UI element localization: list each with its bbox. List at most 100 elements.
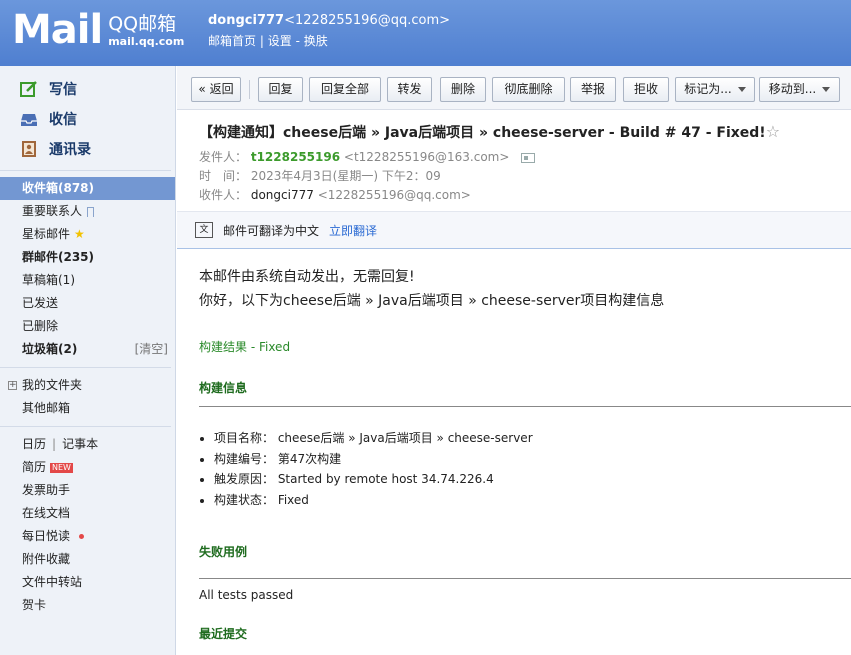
- time-row: 时 间： 2023年4月3日(星期一) 下午2：09: [199, 167, 441, 184]
- folder-label: 我的文件夹: [22, 378, 83, 392]
- tool-attachments[interactable]: 附件收藏: [0, 548, 175, 571]
- mark-as-dropdown[interactable]: 标记为...: [675, 77, 755, 102]
- compose-button[interactable]: 写信: [0, 74, 175, 104]
- header-links: 邮箱首页 | 设置 - 换肤: [208, 32, 450, 49]
- translate-icon: 文: [195, 222, 213, 238]
- sender-name[interactable]: t1228255196: [251, 150, 340, 164]
- list-item: 项目名称： cheese后端 » Java后端项目 » cheese-serve…: [199, 428, 851, 449]
- folder-spam[interactable]: 垃圾箱(2) [清空]: [0, 338, 175, 361]
- compose-label: 写信: [49, 82, 77, 98]
- back-button[interactable]: « 返回: [191, 77, 241, 102]
- bookmark-icon: [87, 206, 95, 217]
- translate-now-link[interactable]: 立即翻译: [329, 222, 377, 239]
- notes-link[interactable]: 记事本: [62, 437, 98, 451]
- folder-drafts[interactable]: 草稿箱(1): [0, 269, 175, 292]
- mail-body: 本邮件由系统自动发出，无需回复! 你好，以下为cheese后端 » Java后端…: [199, 265, 851, 642]
- folder-inbox[interactable]: 收件箱(878): [0, 177, 175, 200]
- tool-file-transfer[interactable]: 文件中转站: [0, 571, 175, 594]
- user-line: dongci777<1228255196@qq.com>: [208, 13, 450, 28]
- list-item: 构建状态： Fixed: [199, 490, 851, 511]
- tool-daily-read[interactable]: 每日悦读: [0, 525, 175, 548]
- notification-dot: [79, 534, 85, 539]
- delete-permanently-button[interactable]: 彻底删除: [492, 77, 565, 102]
- report-button[interactable]: 举报: [570, 77, 616, 102]
- recipient-name[interactable]: dongci777: [251, 188, 314, 202]
- chevron-down-icon: [822, 87, 831, 92]
- list-item: 构建编号： 第47次构建: [199, 449, 851, 470]
- intro-line: 本邮件由系统自动发出，无需回复!: [199, 269, 415, 285]
- tool-cards[interactable]: 贺卡: [0, 594, 175, 617]
- folder-label: 星标邮件: [22, 227, 71, 241]
- list-item: 触发原因： Started by remote host 34.74.226.4: [199, 469, 851, 490]
- to-label: 收件人：: [199, 188, 248, 202]
- contacts-label: 通讯录: [49, 142, 91, 158]
- folder-group-mail[interactable]: 群邮件(235): [0, 246, 175, 269]
- forward-button[interactable]: 转发: [387, 77, 432, 102]
- sidebar: 写信 收信 通讯录 收件箱(878) 重要联系人 星标邮件 ★ 群邮件(235) …: [0, 66, 176, 655]
- tool-online-docs[interactable]: 在线文档: [0, 502, 175, 525]
- divider: [199, 406, 851, 407]
- inbox-icon: [21, 114, 37, 126]
- calendar-link[interactable]: 日历: [22, 437, 46, 451]
- build-result: 构建结果 - Fixed: [199, 340, 291, 354]
- section-title-failed-tests: 失败用例: [199, 545, 248, 559]
- settings-link[interactable]: 设置: [268, 34, 292, 48]
- move-to-dropdown[interactable]: 移动到...: [759, 77, 840, 102]
- sidebar-actions: 写信 收信 通讯录: [0, 66, 175, 164]
- translate-bar: 文 邮件可翻译为中文 立即翻译: [177, 211, 851, 249]
- tool-resume[interactable]: 简历 NEW: [0, 456, 175, 479]
- logo-url: mail.qq.com: [108, 34, 185, 48]
- logo-side: QQ邮箱 mail.qq.com: [108, 13, 184, 48]
- tools-calendar-row: 日历 | 记事本: [0, 433, 175, 456]
- tool-label: 简历: [22, 460, 47, 474]
- user-name: dongci777: [208, 13, 285, 28]
- link-separator: -: [295, 34, 300, 48]
- mail-toolbar: « 返回 回复 回复全部 转发 删除 彻底删除 举报 拒收 标记为... 移动到…: [177, 66, 851, 110]
- folder-label: 重要联系人: [22, 204, 83, 218]
- change-skin-link[interactable]: 换肤: [304, 34, 328, 48]
- tool-invoice[interactable]: 发票助手: [0, 479, 175, 502]
- intro-line: 你好，以下为cheese后端 » Java后端项目 » cheese-serve…: [199, 293, 665, 309]
- link-separator: |: [259, 34, 264, 48]
- user-email: <1228255196@qq.com>: [284, 13, 451, 28]
- folder-important-contacts[interactable]: 重要联系人: [0, 200, 175, 223]
- folder-label: 垃圾箱(2): [22, 342, 78, 356]
- tool-label: 每日悦读: [22, 529, 71, 543]
- folder-deleted[interactable]: 已删除: [0, 315, 175, 338]
- folder-my-folders[interactable]: + 我的文件夹: [0, 374, 175, 397]
- section-title-build-info: 构建信息: [199, 381, 248, 395]
- folder-other-mailbox[interactable]: 其他邮箱: [0, 397, 175, 420]
- divider: [199, 578, 851, 579]
- receive-label: 收信: [49, 112, 77, 128]
- folder-starred[interactable]: 星标邮件 ★: [0, 223, 175, 246]
- spam-clear-link[interactable]: [清空]: [135, 338, 168, 361]
- contact-card-icon[interactable]: [521, 152, 536, 163]
- top-header: Mail QQ邮箱 mail.qq.com dongci777<12282551…: [0, 0, 851, 66]
- build-info-list: 项目名称： cheese后端 » Java后端项目 » cheese-serve…: [199, 428, 851, 510]
- move-to-label: 移动到...: [768, 82, 817, 96]
- from-label: 发件人：: [199, 150, 248, 164]
- divider: [0, 170, 171, 171]
- expand-icon[interactable]: +: [8, 381, 17, 390]
- contacts-button[interactable]: 通讯录: [0, 134, 175, 164]
- subject-text: 【构建通知】cheese后端 » Java后端项目 » cheese-serve…: [199, 125, 766, 141]
- reply-all-button[interactable]: 回复全部: [309, 77, 381, 102]
- divider: [0, 426, 171, 427]
- star-outline-icon[interactable]: ☆: [766, 122, 780, 141]
- pipe-separator: |: [52, 437, 57, 451]
- reply-button[interactable]: 回复: [258, 77, 303, 102]
- logo-cn: QQ邮箱: [108, 12, 177, 35]
- mark-as-label: 标记为...: [684, 82, 732, 96]
- mailbox-home-link[interactable]: 邮箱首页: [208, 34, 256, 48]
- translate-text: 邮件可翻译为中文: [223, 223, 320, 238]
- receive-button[interactable]: 收信: [0, 104, 175, 134]
- user-info: dongci777<1228255196@qq.com> 邮箱首页 | 设置 -…: [208, 13, 450, 49]
- reject-button[interactable]: 拒收: [623, 77, 669, 102]
- time-value: 2023年4月3日(星期一) 下午2：09: [250, 169, 441, 183]
- time-label: 时 间：: [199, 169, 248, 183]
- failed-tests-text: All tests passed: [199, 588, 294, 602]
- pencil-icon: [20, 81, 37, 97]
- qq-mail-logo[interactable]: Mail QQ邮箱 mail.qq.com: [12, 10, 184, 50]
- folder-sent[interactable]: 已发送: [0, 292, 175, 315]
- delete-button[interactable]: 删除: [440, 77, 486, 102]
